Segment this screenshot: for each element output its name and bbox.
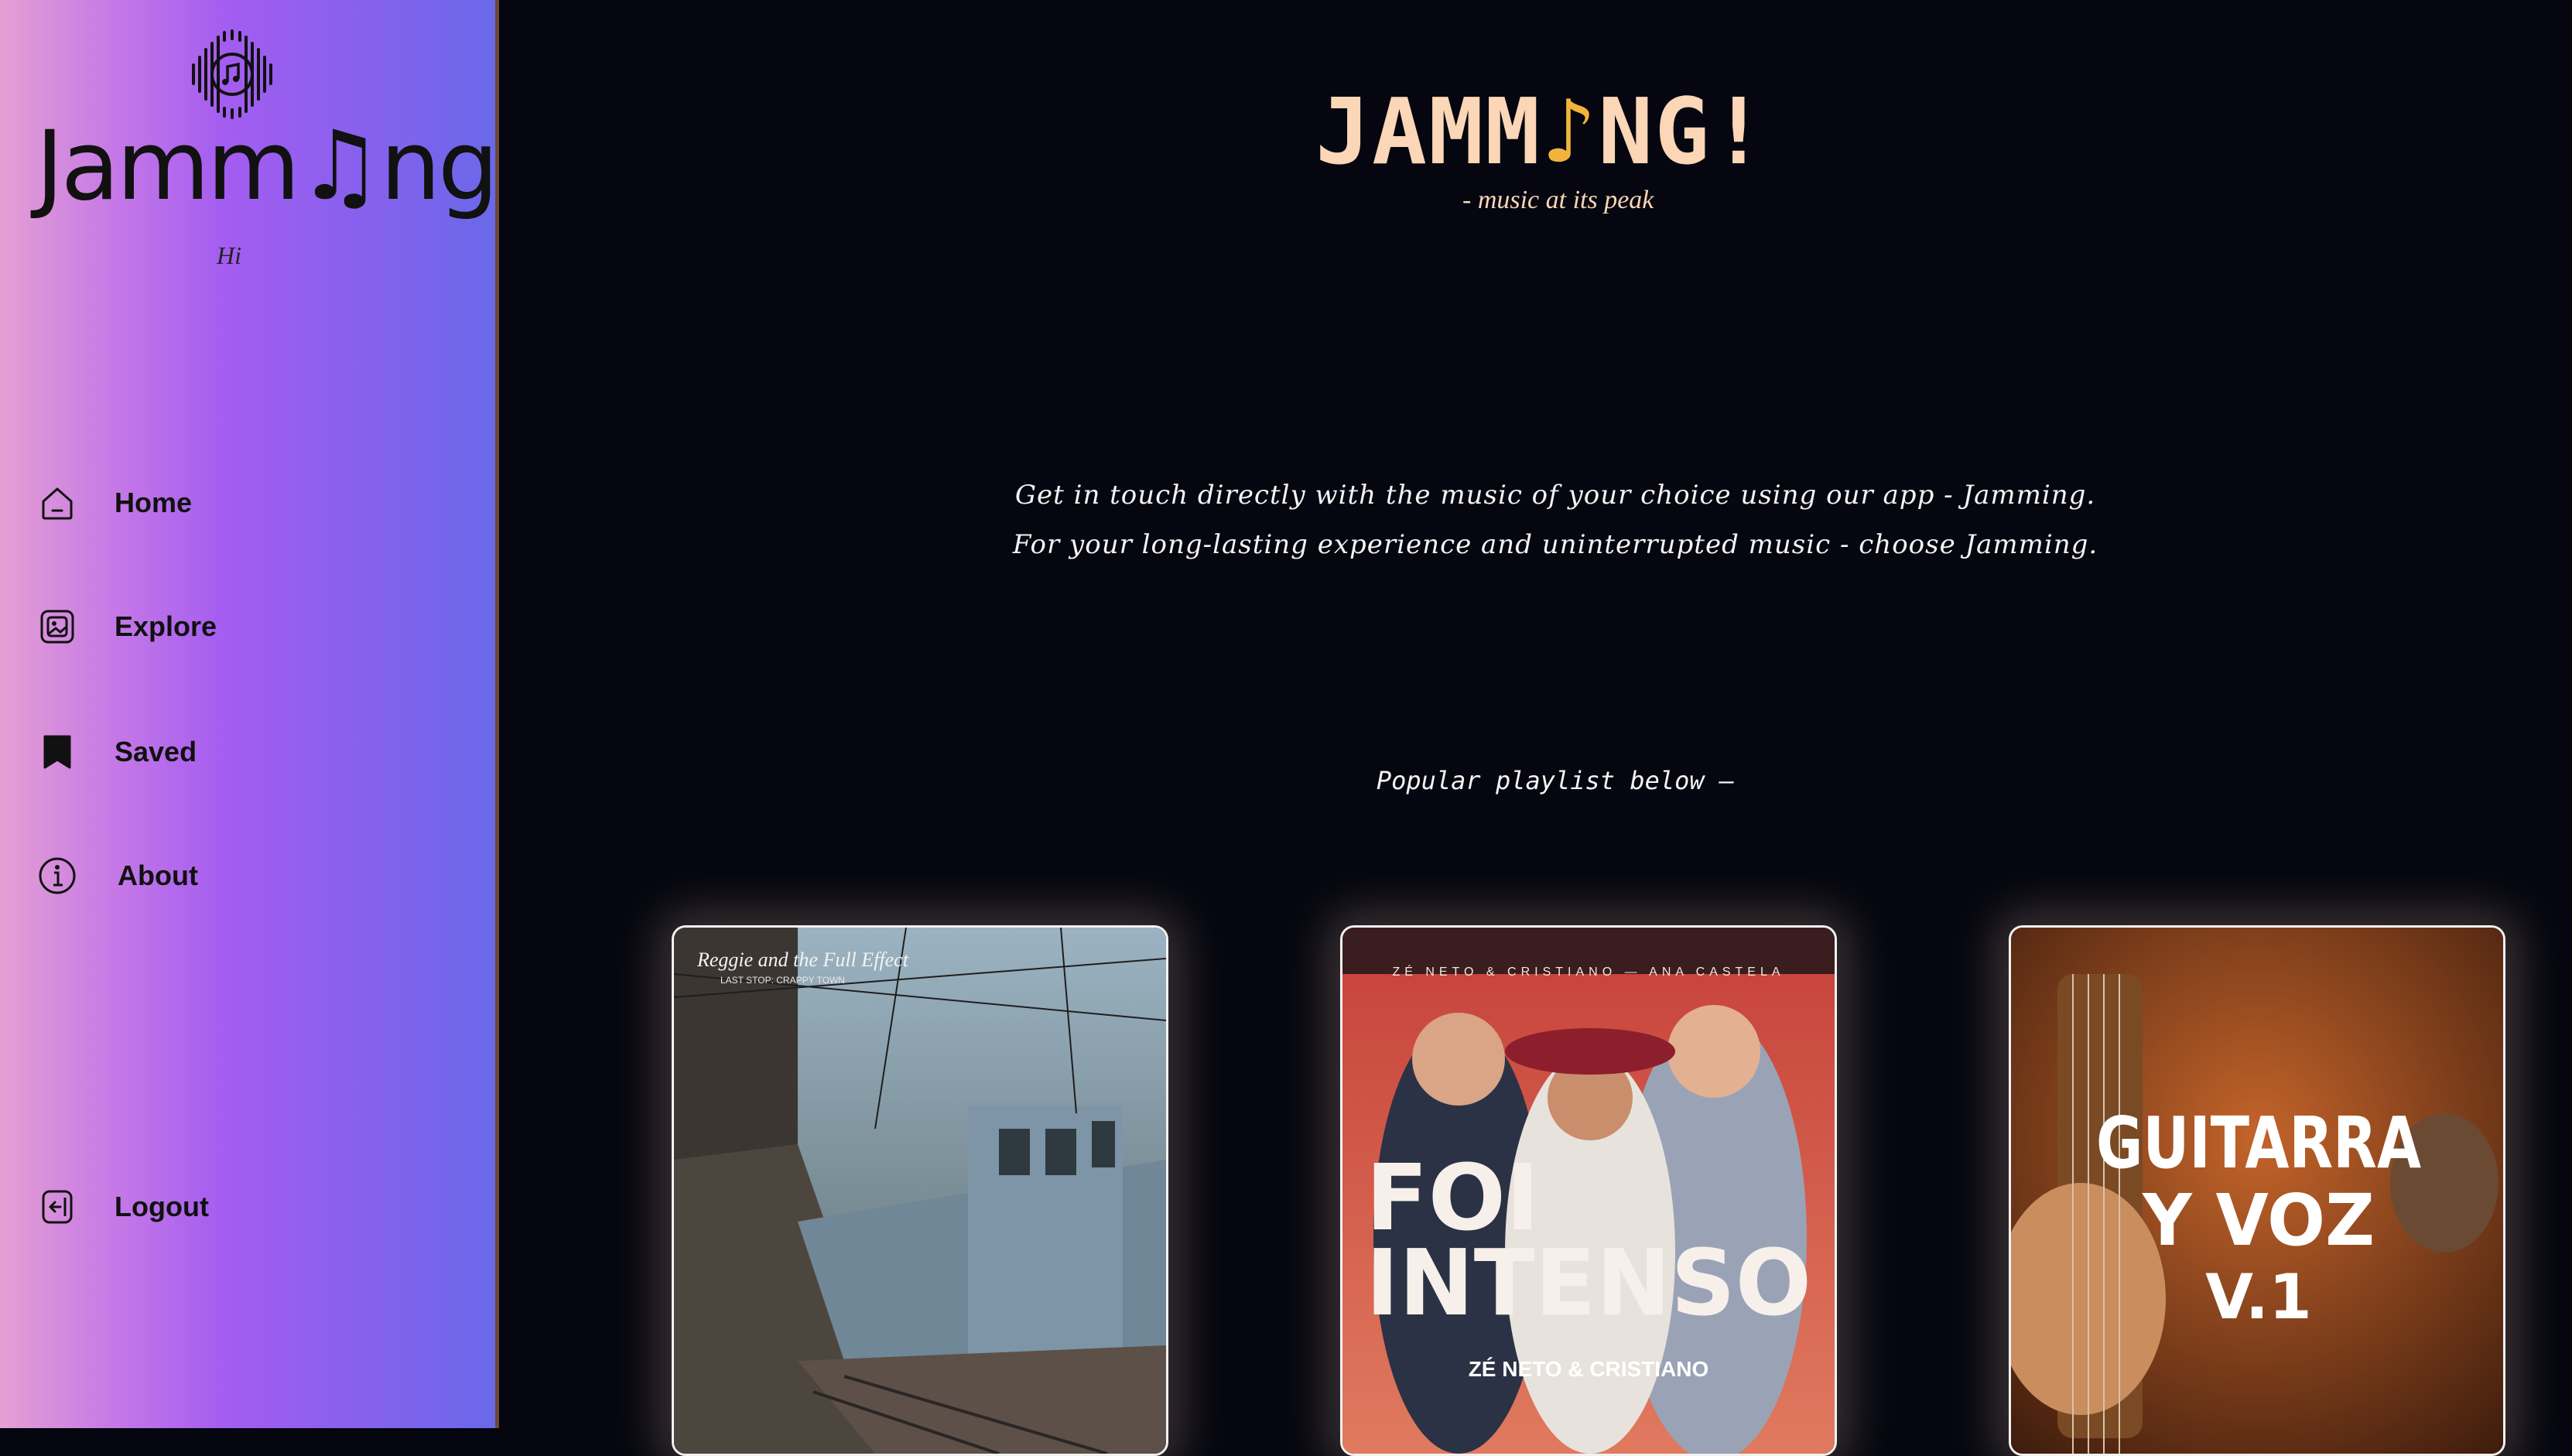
album-title-line1: GUITARRA — [2096, 1102, 2421, 1184]
playlist-card-2[interactable]: ZÉ NETO & CRISTIANO — ANA CASTELA FOI IN… — [1340, 925, 1837, 1456]
nav-label-saved: Saved — [115, 736, 197, 767]
info-icon — [39, 857, 76, 894]
nav-item-saved[interactable]: Saved — [37, 729, 197, 775]
album-title-line2: Y VOZ — [2142, 1179, 2375, 1262]
album-title-line2: INTENSO — [1366, 1229, 1811, 1336]
home-icon — [42, 487, 73, 520]
app-description: Get in touch directly with the music of … — [1012, 480, 2098, 560]
logout-icon — [42, 1190, 73, 1224]
nav-item-explore[interactable]: Explore — [37, 603, 217, 650]
album-title-text: Reggie and the Full Effect — [696, 948, 909, 971]
nav-label-about: About — [118, 860, 198, 891]
brand-logo-text: Jamm♫ng — [36, 111, 499, 222]
album-logo-text: ZÉ NETO & CRISTIANO — [1469, 1357, 1709, 1381]
tagline: - music at its peak — [1462, 186, 1654, 214]
bookmark-icon — [43, 735, 71, 769]
nav-label-explore: Explore — [115, 610, 217, 642]
playlist-card-1[interactable]: Reggie and the Full Effect LAST STOP: CR… — [672, 925, 1168, 1456]
album-subtitle-text: LAST STOP: CRAPPY TOWN — [720, 975, 845, 986]
album-artists-text: ZÉ NETO & CRISTIANO — ANA CASTELA — [1392, 964, 1784, 979]
nav-label-logout: Logout — [115, 1191, 209, 1222]
nav-label-home: Home — [115, 487, 193, 518]
logout-button[interactable]: Logout — [37, 1184, 209, 1230]
nav-item-home[interactable]: Home — [37, 480, 192, 526]
title-text-before: JAMM — [1315, 78, 1542, 185]
page-title: JAMM♪NG! — [1315, 77, 1767, 186]
music-note-icon: ♪ — [1541, 78, 1599, 185]
image-gallery-icon — [40, 610, 74, 644]
sidebar: Jamm♫ng Hi Home Explore Saved About Logo… — [0, 0, 499, 1428]
album-title-line3: V.1 — [2205, 1261, 2312, 1333]
album-cover-foi-intenso: ZÉ NETO & CRISTIANO — ANA CASTELA FOI IN… — [1342, 928, 1835, 1454]
playlist-card-3[interactable]: GUITARRA Y VOZ V.1 — [2009, 925, 2505, 1456]
title-text-after: NG! — [1598, 78, 1768, 185]
music-soundwave-icon — [192, 29, 272, 119]
nav-item-about[interactable]: About — [37, 853, 198, 899]
greeting-text: Hi — [217, 241, 241, 269]
album-cover-train: Reggie and the Full Effect LAST STOP: CR… — [674, 928, 1166, 1454]
album-cover-guitarra: GUITARRA Y VOZ V.1 — [2011, 928, 2503, 1454]
popular-playlist-heading: Popular playlist below – — [1376, 766, 1735, 795]
